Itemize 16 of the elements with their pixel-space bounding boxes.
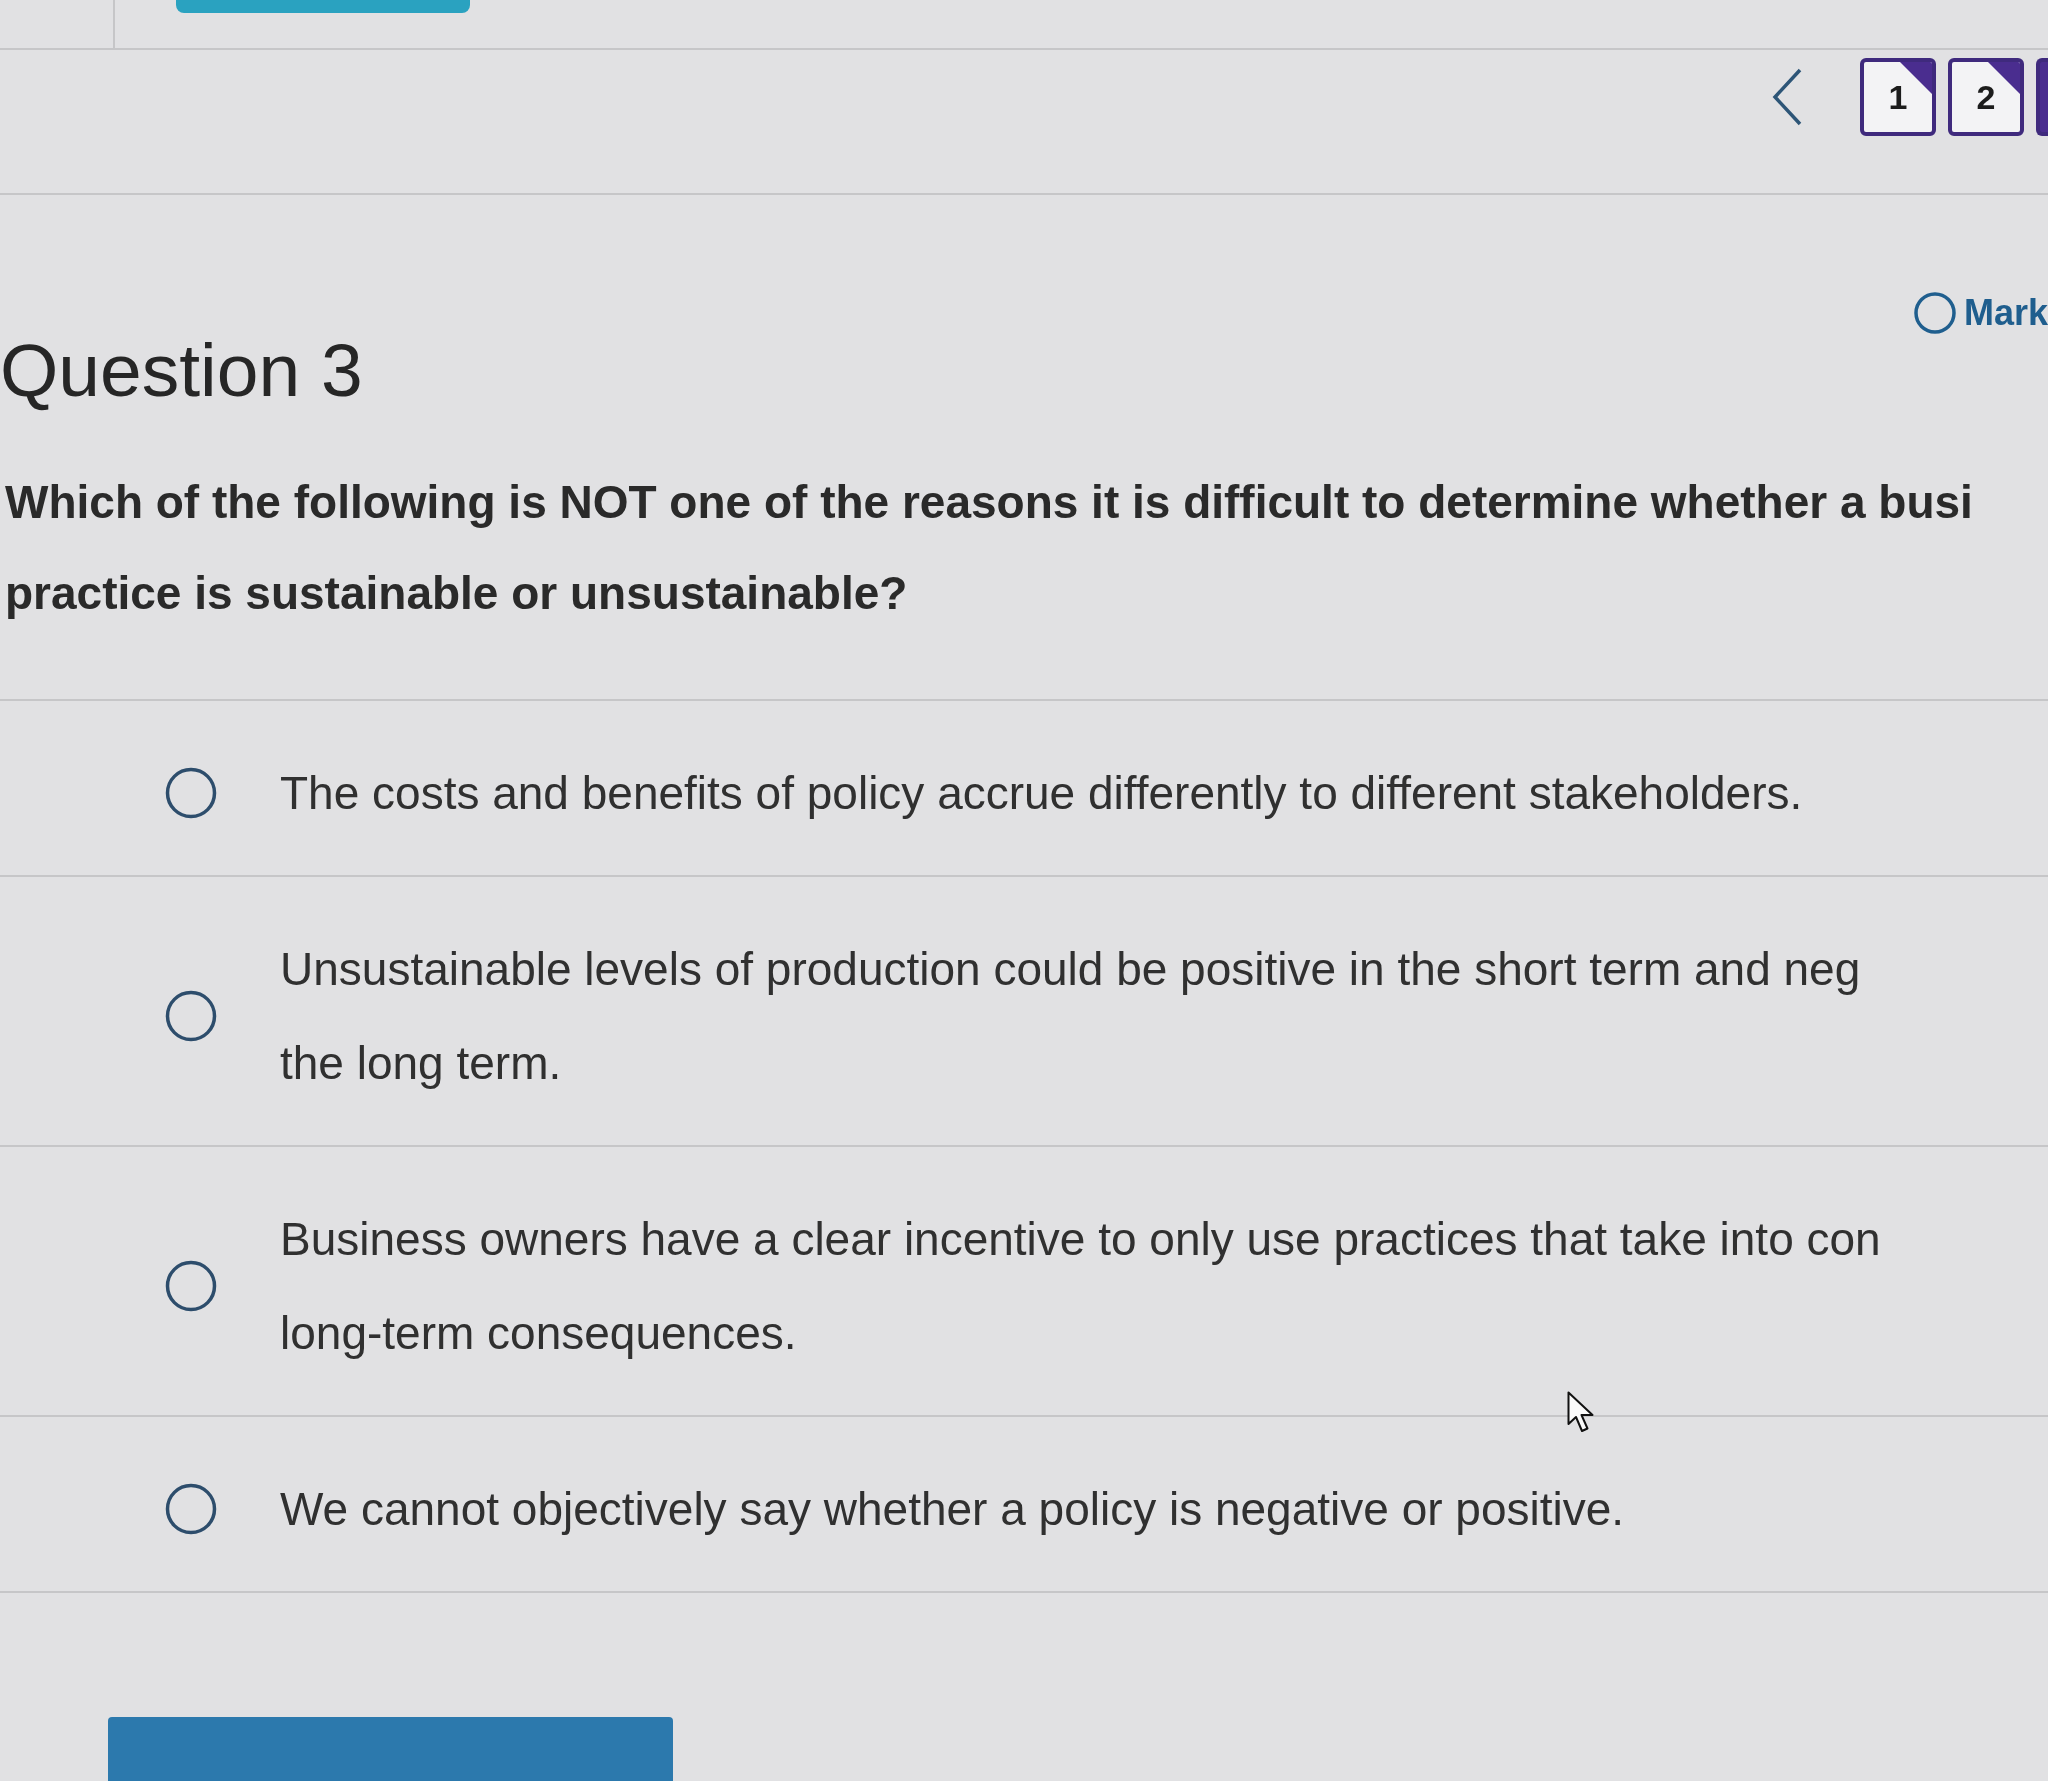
- page-button[interactable]: 1: [1860, 58, 1936, 136]
- previous-button[interactable]: [1771, 68, 1803, 126]
- page-button[interactable]: 2: [1948, 58, 2024, 136]
- chevron-left-icon: [1771, 68, 1803, 126]
- cursor-icon: [1567, 1391, 1595, 1433]
- radio-button[interactable]: [165, 990, 217, 1042]
- option-text: The costs and benefits of policy accrue differently to different stakeholders.: [280, 766, 1803, 821]
- radio-button[interactable]: [165, 1483, 217, 1535]
- question-text: Which of the following is NOT one of the reasons it is difficult to determine whether a busi practice is sustainable or unsustainable?: [5, 475, 1974, 621]
- option-text: Business owners have a clear incentive to only use practices that take into con long-term consequences.: [280, 1212, 1881, 1361]
- radio-button[interactable]: [165, 767, 217, 819]
- mark-toggle[interactable]: Mark: [1913, 291, 2048, 335]
- option-text: Unsustainable levels of production could be positive in the short term and neg the long term.: [280, 942, 1861, 1091]
- option-text: We cannot objectively say whether a policy is negative or positive.: [280, 1482, 1625, 1537]
- question-heading: Question 3: [0, 327, 363, 414]
- radio-button[interactable]: [165, 1260, 217, 1312]
